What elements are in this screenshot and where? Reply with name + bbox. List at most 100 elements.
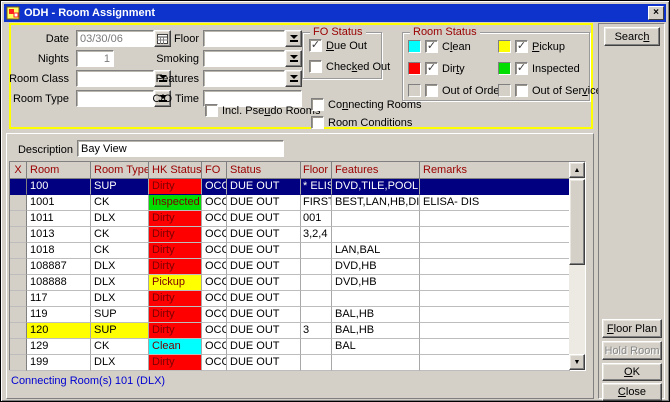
room-assignment-dialog: ODH - Room Assignment × Date Nights Room… (0, 0, 670, 402)
room-conditions-checkbox[interactable]: Room Conditions (311, 116, 412, 129)
table-row[interactable]: 108888DLXPickupOCCDUE OUTDVD,HB (10, 275, 585, 291)
column-header[interactable]: Remarks (420, 162, 570, 179)
out-of-order-checkbox[interactable]: Out of Order (408, 84, 503, 97)
table-cell: CK (91, 227, 149, 243)
table-row[interactable]: 1011DLXDirtyOCCDUE OUT001 (10, 211, 585, 227)
row-selector-cell (10, 291, 27, 307)
pickup-checkbox[interactable]: Pickup (498, 40, 565, 53)
search-button[interactable]: Search (604, 27, 660, 46)
table-cell (332, 291, 420, 307)
table-cell: 119 (27, 307, 91, 323)
table-cell: DVD,HB (332, 275, 420, 291)
table-cell: 108888 (27, 275, 91, 291)
clean-checkbox[interactable]: Clean (408, 40, 471, 53)
checkbox-box[interactable] (309, 60, 322, 73)
table-cell (420, 227, 570, 243)
table-cell: Dirty (149, 259, 202, 275)
table-cell (332, 355, 420, 371)
column-header[interactable]: Status (227, 162, 301, 179)
table-row[interactable]: 1013CKDirtyOCCDUE OUT3,2,4 (10, 227, 585, 243)
checked-out-checkbox[interactable]: Checked Out (309, 60, 390, 73)
table-cell: OCC (202, 291, 227, 307)
table-cell (301, 259, 332, 275)
table-cell: Inspected (149, 195, 202, 211)
checkbox-box[interactable] (515, 62, 528, 75)
table-row[interactable]: 100SUPDirtyOCCDUE OUT* ELISADVD,TILE,POO… (10, 179, 585, 195)
room-class-combo[interactable] (76, 70, 154, 87)
checkbox-box[interactable] (425, 84, 438, 97)
due-out-checkbox[interactable]: Due Out (309, 39, 367, 52)
checkbox-box[interactable] (515, 40, 528, 53)
checkbox-box[interactable] (309, 39, 322, 52)
table-cell: Dirty (149, 179, 202, 195)
features-combo[interactable] (203, 70, 285, 87)
pickup-label: Pickup (532, 41, 565, 53)
table-cell: DUE OUT (227, 339, 301, 355)
column-header[interactable]: Room (27, 162, 91, 179)
table-row[interactable]: 1001CKInspectedOCCDUE OUTFIRST FBEST,LAN… (10, 195, 585, 211)
date-field[interactable] (76, 30, 154, 47)
table-row[interactable]: 129CKCleanOCCDUE OUTBAL (10, 339, 585, 355)
close-button[interactable]: Close (602, 383, 662, 401)
inspected-checkbox[interactable]: Inspected (498, 62, 580, 75)
ok-button[interactable]: OK (602, 363, 662, 381)
table-cell: DLX (91, 259, 149, 275)
table-cell: DLX (91, 355, 149, 371)
table-cell: BAL (332, 339, 420, 355)
table-cell: CK (91, 339, 149, 355)
table-cell: Dirty (149, 355, 202, 371)
smoking-combo[interactable] (203, 50, 285, 67)
checkbox-box[interactable] (515, 84, 528, 97)
incl-pseudo-rooms-checkbox[interactable]: Incl. Pseudo Rooms (205, 104, 320, 117)
table-cell: FIRST F (301, 195, 332, 211)
room-type-combo[interactable] (76, 90, 154, 107)
table-cell: OCC (202, 211, 227, 227)
out-of-service-checkbox[interactable]: Out of Service (498, 84, 602, 97)
column-header[interactable]: HK Status (149, 162, 202, 179)
checkbox-box[interactable] (425, 62, 438, 75)
connecting-rooms-checkbox[interactable]: Connecting Rooms (311, 98, 422, 111)
close-window-icon[interactable]: × (648, 6, 664, 20)
table-cell (301, 355, 332, 371)
floor-dropdown-icon[interactable] (285, 30, 302, 47)
checkbox-box[interactable] (205, 104, 218, 117)
column-header[interactable]: X (10, 162, 27, 179)
column-header[interactable]: FO (202, 162, 227, 179)
floor-combo[interactable] (203, 30, 285, 47)
table-row[interactable]: 117DLXDirtyOCCDUE OUT (10, 291, 585, 307)
table-cell: OCC (202, 243, 227, 259)
table-row[interactable]: 120SUPDirtyOCCDUE OUT3BAL,HB (10, 323, 585, 339)
row-selector-cell (10, 323, 27, 339)
table-cell: DUE OUT (227, 307, 301, 323)
smoking-dropdown-icon[interactable] (285, 50, 302, 67)
table-cell: OCC (202, 339, 227, 355)
table-cell: OCC (202, 323, 227, 339)
vertical-scrollbar[interactable]: ▲ ▼ (569, 162, 585, 370)
incl-pseudo-rooms-label: Incl. Pseudo Rooms (222, 105, 320, 117)
checkbox-box[interactable] (425, 40, 438, 53)
table-cell: 108887 (27, 259, 91, 275)
table-row[interactable]: 119SUPDirtyOCCDUE OUTBAL,HB (10, 307, 585, 323)
checkbox-box[interactable] (311, 116, 324, 129)
nights-field[interactable] (76, 50, 114, 67)
table-cell: OCC (202, 179, 227, 195)
checkbox-box[interactable] (311, 98, 324, 111)
table-row[interactable]: 1018CKDirtyOCCDUE OUTLAN,BAL (10, 243, 585, 259)
column-header[interactable]: Floor (301, 162, 332, 179)
table-cell: DUE OUT (227, 355, 301, 371)
table-cell: 100 (27, 179, 91, 195)
floor-plan-button[interactable]: Floor Plan (602, 319, 662, 338)
fo-status-title: FO Status (310, 26, 366, 38)
dirty-checkbox[interactable]: Dirty (408, 62, 465, 75)
column-header[interactable]: Room Type (91, 162, 149, 179)
features-dropdown-icon[interactable] (285, 70, 302, 87)
table-row[interactable]: 199DLXDirtyOCCDUE OUT (10, 355, 585, 371)
dirty-color-swatch (408, 62, 421, 75)
column-header[interactable]: Features (332, 162, 420, 179)
inspected-label: Inspected (532, 63, 580, 75)
description-field[interactable] (77, 140, 284, 157)
scroll-up-icon[interactable]: ▲ (569, 162, 585, 178)
table-row[interactable]: 108887DLXDirtyOCCDUE OUTDVD,HB (10, 259, 585, 275)
scrollbar-thumb[interactable] (569, 179, 585, 265)
scroll-down-icon[interactable]: ▼ (569, 354, 585, 370)
